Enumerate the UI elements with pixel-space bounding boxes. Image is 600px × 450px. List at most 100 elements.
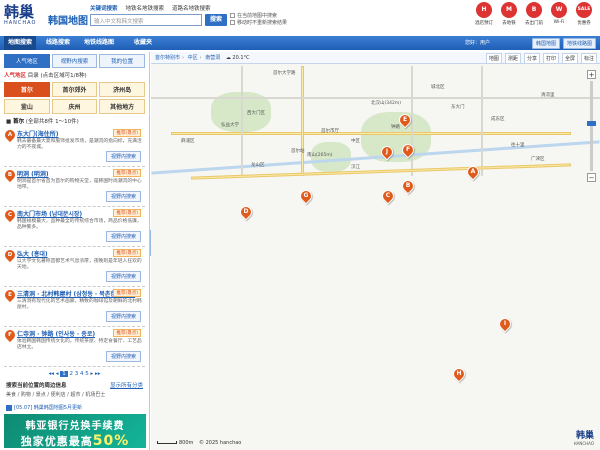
area-seoul[interactable]: 首尔 — [4, 82, 50, 97]
search-button[interactable]: 搜索 — [205, 14, 227, 26]
pager-page[interactable]: 5 — [85, 371, 89, 377]
search-tab-keyword[interactable]: 关键词搜索 — [90, 4, 118, 12]
zoom-slider[interactable] — [587, 81, 596, 171]
view-search-button[interactable]: 视野内搜索 — [105, 191, 141, 202]
breadcrumb-item[interactable]: 南营洞 — [205, 55, 220, 61]
breadcrumb-item[interactable]: 中区 — [188, 55, 198, 61]
map-pin-c[interactable]: C — [379, 187, 397, 205]
zoom-slider-handle[interactable] — [587, 121, 596, 126]
area-other[interactable]: 其他地方 — [99, 99, 145, 114]
area-label-name: 首尔 — [12, 119, 24, 125]
nav-favorites[interactable]: 收藏夹 — [134, 36, 152, 50]
map-pin-g[interactable]: G — [297, 187, 315, 205]
nav-btn-subway[interactable]: 地铁线路图 — [562, 38, 596, 49]
zoom-in-button[interactable]: + — [587, 70, 596, 79]
view-search-button[interactable]: 视野内搜索 — [105, 351, 141, 362]
map-label: 弘益大学 — [221, 123, 239, 128]
search-tab-road[interactable]: 道路名地铁搜索 — [172, 4, 211, 12]
pager-page[interactable]: 4 — [80, 371, 84, 377]
pin-letter: B — [405, 182, 411, 189]
pin-letter: A — [470, 168, 476, 175]
tool-measure[interactable]: 测距 — [504, 53, 521, 64]
top-icon-subway[interactable]: M 去地铁 — [499, 2, 519, 26]
map-label: 城北区 — [431, 85, 445, 90]
search-opt-current[interactable]: 在当前地图中搜索 — [230, 13, 287, 20]
map-pin-d[interactable]: D — [237, 203, 255, 221]
place-tag: 推荐(景点) — [113, 209, 141, 217]
ad-line2: 独家优惠最高50% — [4, 433, 146, 448]
nav-route-search[interactable]: 线路搜索 — [46, 36, 70, 50]
pager-page[interactable]: 2 — [70, 371, 74, 377]
top-icon-sale[interactable]: SALE 优惠券 — [574, 2, 594, 26]
marker-icon: D — [2, 247, 18, 263]
tab-view-search[interactable]: 视野内搜索 — [51, 54, 98, 68]
list-item[interactable]: C 南大门市场 (남대문시장) 推荐(景点) 韩国规模最大，品种最全的传统综合市… — [2, 207, 145, 247]
sale-icon: SALE — [576, 2, 592, 18]
top-icon-hotel[interactable]: H 酒店预订 — [474, 2, 494, 26]
list-item[interactable]: E 三清洞 · 北村韩屋村 (삼청동 · 북촌한옥마을) 推荐(景点) 三清洞有… — [2, 287, 145, 327]
nav-user[interactable]: 您好：用户 — [465, 36, 490, 50]
nav-right: 韩国地图 地铁线路图 — [531, 38, 596, 49]
area-header: 人气地区 目录 (点击区域可1/8种) — [4, 71, 145, 79]
place-tag: 推荐(景点) — [113, 169, 141, 177]
view-search-button[interactable]: 视野内搜索 — [105, 311, 141, 322]
zoom-out-button[interactable]: − — [587, 173, 596, 182]
top-icon-wifi[interactable]: W Wi-Fi — [549, 2, 569, 26]
checkbox[interactable] — [230, 20, 235, 25]
list-item[interactable]: A 东大门(海住所) 推荐(景点) 韩去最备最大夏和服饰批发市场，是潮流的指向标… — [2, 127, 145, 167]
view-search-button[interactable]: 视野内搜索 — [105, 151, 141, 162]
pin-letter: C — [385, 192, 391, 199]
marker-letter: C — [7, 212, 13, 218]
breadcrumb-item[interactable]: 首尔特别市 — [155, 55, 180, 61]
tool-annotate[interactable]: 标注 — [580, 53, 597, 64]
news-item[interactable]: [05.07] 韩巢韩国地图5月更新 — [6, 404, 143, 411]
site-logo[interactable]: 韩巢 HANCHAO — [4, 4, 44, 32]
tool-map[interactable]: 地图 — [485, 53, 502, 64]
nearby-more-link[interactable]: 显示所有分类 — [110, 381, 143, 389]
weather-readout: ☁ 20.1°C — [225, 55, 250, 61]
nav-map-search[interactable]: 地图搜索 — [4, 36, 37, 50]
map-pin-b[interactable]: B — [399, 177, 417, 195]
marker-letter: B — [7, 172, 13, 178]
pager-page[interactable]: 3 — [75, 371, 79, 377]
list-item[interactable]: D 弘大 (홍대) 推荐(景点) 以大学文化著称首都艺术气息浓厚，夜晚则是年轻人… — [2, 247, 145, 287]
list-item[interactable]: F 仁寺洞 · 钟路 (인사동 · 종로) 推荐(景点) 体验韩国韩国传统文化的… — [2, 327, 145, 367]
marker-letter: F — [8, 332, 12, 338]
area-jeju[interactable]: 济州岛 — [99, 82, 145, 97]
top-icon-bus[interactable]: B 去出门前 — [524, 2, 544, 26]
ad-line2b: 50% — [92, 433, 130, 448]
map-view[interactable]: 首尔大学路 北汉山(342m) 城北区 弘益大学 首尔站 龙山区 汉江 东大门 … — [151, 52, 600, 450]
ad-banner[interactable]: 韩亚银行兑换手续费 独家优惠最高50% — [4, 414, 146, 448]
list-item[interactable]: B 明洞 (明洞) 推荐(景点) 明洞是首尔省首为首尔的购物天堂，是韩国时尚潮流… — [2, 167, 145, 207]
area-seoul-suburbs[interactable]: 首尔郊外 — [51, 82, 98, 97]
tab-my-location[interactable]: 我的位置 — [99, 54, 146, 68]
pager-prev[interactable]: ◂◂ ◂ — [48, 371, 58, 377]
nearby-categories[interactable]: 美食 / 购物 / 景点 / 便利店 / 超市 / 机场巴士 — [6, 391, 143, 398]
tool-fullscreen[interactable]: 全屏 — [561, 53, 578, 64]
view-search-button[interactable]: 视野内搜索 — [105, 271, 141, 282]
map-pin-h[interactable]: H — [450, 365, 468, 383]
ad-line2a: 独家优惠最高 — [20, 435, 93, 448]
area-busan[interactable]: 釜山 — [4, 99, 50, 114]
search-input[interactable]: 输入中文和韩文搜索 — [90, 14, 202, 26]
tab-popular-areas[interactable]: 人气地区 — [4, 54, 50, 68]
tool-print[interactable]: 打印 — [542, 53, 559, 64]
map-pin-i[interactable]: I — [496, 315, 514, 333]
tool-share[interactable]: 分享 — [523, 53, 540, 64]
map-label: 成东区 — [491, 117, 505, 122]
place-list: A 东大门(海住所) 推荐(景点) 韩去最备最大夏和服饰批发市场，是潮流的指向标… — [2, 127, 145, 367]
pager-next[interactable]: ▸ ▸▸ — [91, 371, 101, 377]
search-opt-move[interactable]: 移动时不重新搜索结果 — [230, 20, 287, 27]
pager-page[interactable]: 1 — [60, 371, 68, 377]
search-tab-subway[interactable]: 地铁名地铁搜索 — [126, 4, 165, 12]
nav-btn-korea-map[interactable]: 韩国地图 — [531, 38, 560, 49]
hotel-icon: H — [476, 2, 492, 18]
pin-letter: G — [303, 192, 309, 199]
map-road — [301, 66, 304, 176]
checkbox[interactable] — [230, 13, 235, 18]
nav-subway-map[interactable]: 地铁线路图 — [84, 36, 114, 50]
area-label-prefix: ■ — [6, 119, 12, 125]
area-gyeongju[interactable]: 庆州 — [51, 99, 98, 114]
place-desc: 三清洞有现代化的艺术画廊，精致的咖啡馆及朝鲜的北村韩屋村。 — [17, 299, 142, 310]
view-search-button[interactable]: 视野内搜索 — [105, 231, 141, 242]
